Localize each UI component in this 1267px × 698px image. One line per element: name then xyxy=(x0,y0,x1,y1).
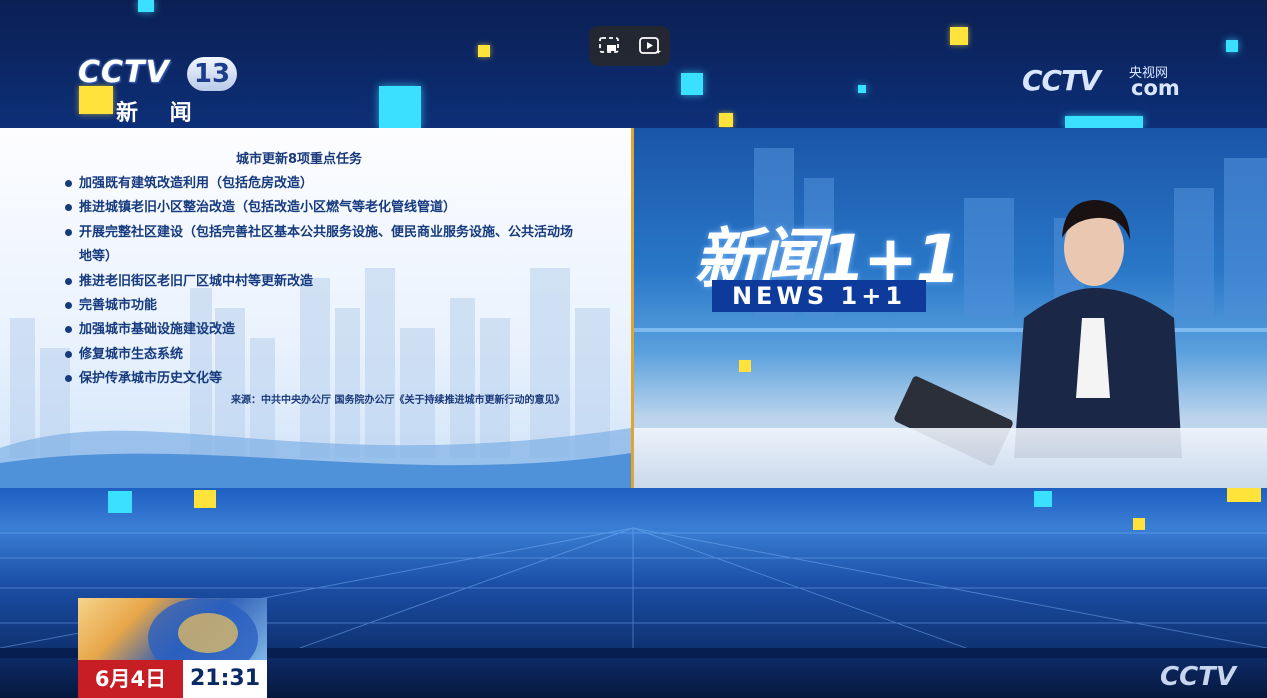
list-item: 推进老旧街区老旧厂区城中村等更新改造 xyxy=(63,270,603,294)
date-time-box: 6月4日 21:31 xyxy=(78,660,267,698)
broadcast-date: 6月4日 xyxy=(78,660,183,698)
list-item: 加强既有建筑改造利用（包括危房改造） xyxy=(63,172,603,196)
decor-square xyxy=(681,73,703,95)
list-item: 推进城镇老旧小区整治改造（包括改造小区燃气等老化管线管道） xyxy=(63,196,603,220)
show-title-en: NEWS 1+1 xyxy=(712,280,926,312)
decor-square xyxy=(138,0,154,12)
list-item: 加强城市基础设施建设改造 xyxy=(63,318,603,342)
decor-square xyxy=(950,27,968,45)
ai-play-icon[interactable] xyxy=(637,35,663,57)
player-controls xyxy=(589,26,670,66)
source-note: 来源：中共中央办公厅 国务院办公厅《关于持续推进城市更新行动的意见》 xyxy=(231,395,565,406)
site-logo: CCTV 央视网 com xyxy=(1022,52,1192,112)
list-item: 完善城市功能 xyxy=(63,294,603,318)
list-item: 修复城市生态系统 xyxy=(63,343,603,367)
channel-name: 新 闻 xyxy=(116,101,204,126)
decor-square xyxy=(478,45,490,57)
list-item: 开展完整社区建设（包括完善社区基本公共服务设施、便民商业服务设施、公共活动场地等… xyxy=(63,221,579,270)
decor-square xyxy=(719,113,733,127)
task-list: 加强既有建筑改造利用（包括危房改造） 推进城镇老旧小区整治改造（包括改造小区燃气… xyxy=(63,172,603,392)
decor-square xyxy=(858,85,866,93)
channel-logo: CCTV 13 新 闻 xyxy=(78,55,238,126)
anchor-desk xyxy=(634,428,1267,488)
program-thumbnail xyxy=(78,598,267,660)
cctv-logo-text: CCTV xyxy=(78,55,170,90)
decor-square xyxy=(1065,116,1143,128)
site-logo-domain: com xyxy=(1131,76,1180,100)
corner-cctv-logo: CCTV xyxy=(1160,662,1237,692)
decor-square xyxy=(379,86,421,128)
studio-view: 新闻1+1 NEWS 1+1 xyxy=(634,128,1267,488)
decor-square xyxy=(1226,40,1238,52)
exit-fullscreen-icon[interactable] xyxy=(596,35,622,57)
channel-number: 13 xyxy=(187,57,237,91)
site-logo-text: CCTV xyxy=(1022,64,1101,97)
list-item: 保护传承城市历史文化等 xyxy=(63,367,603,391)
broadcast-time: 21:31 xyxy=(189,666,261,691)
info-panel: 城市更新8项重点任务 加强既有建筑改造利用（包括危房改造） 推进城镇老旧小区整治… xyxy=(0,128,634,488)
panel-title: 城市更新8项重点任务 xyxy=(236,152,363,167)
